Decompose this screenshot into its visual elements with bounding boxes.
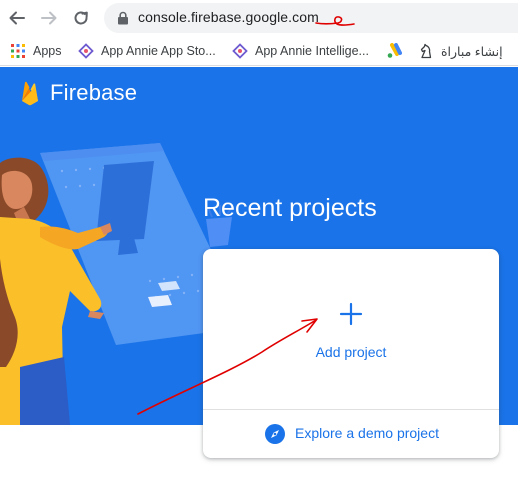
app-annie-icon [232,43,248,59]
forward-button[interactable] [38,7,60,29]
reload-button[interactable] [70,7,92,29]
add-project-button[interactable]: Add project [203,249,499,409]
plus-icon [339,302,363,326]
bookmark-label: App Annie Intellige... [255,44,369,58]
bookmark-app-annie-store[interactable]: App Annie App Sto... [78,41,216,61]
projects-card: Add project Explore a demo project [203,249,499,458]
reload-icon [74,11,88,25]
add-project-label: Add project [315,344,387,360]
arrow-left-icon [9,11,25,25]
chess-knight-icon [418,43,434,59]
lock-icon [118,11,128,25]
bookmark-label: App Annie App Sto... [101,44,216,58]
address-bar[interactable]: console.firebase.google.com [104,3,518,33]
page-title: Recent projects [203,194,377,222]
bookmark-apps[interactable]: Apps [10,41,62,61]
explore-demo-project-button[interactable]: Explore a demo project [203,410,499,458]
url-text: console.firebase.google.com [138,9,319,25]
google-ads-icon [386,43,402,59]
app-annie-icon [78,43,94,59]
apps-grid-icon [10,43,26,59]
bookmarks-bar: Apps App Annie App Sto... App Annie Inte… [0,36,518,66]
firebase-brand-name: Firebase [50,80,138,105]
explore-demo-label: Explore a demo project [295,425,439,441]
firebase-logo-icon [22,81,38,106]
browser-toolbar: console.firebase.google.com [0,0,518,36]
back-button[interactable] [6,7,28,29]
firebase-brand[interactable]: Firebase [20,80,137,106]
bookmark-label: Apps [33,44,62,58]
bookmark-app-annie-intelligence[interactable]: App Annie Intellige... [232,41,369,61]
bookmark-create-match[interactable]: إنشاء مباراة [418,41,503,61]
compass-icon [265,424,285,444]
bookmark-label: إنشاء مباراة [441,44,503,59]
bookmark-google-ads[interactable] [386,41,409,61]
arrow-right-icon [41,11,57,25]
